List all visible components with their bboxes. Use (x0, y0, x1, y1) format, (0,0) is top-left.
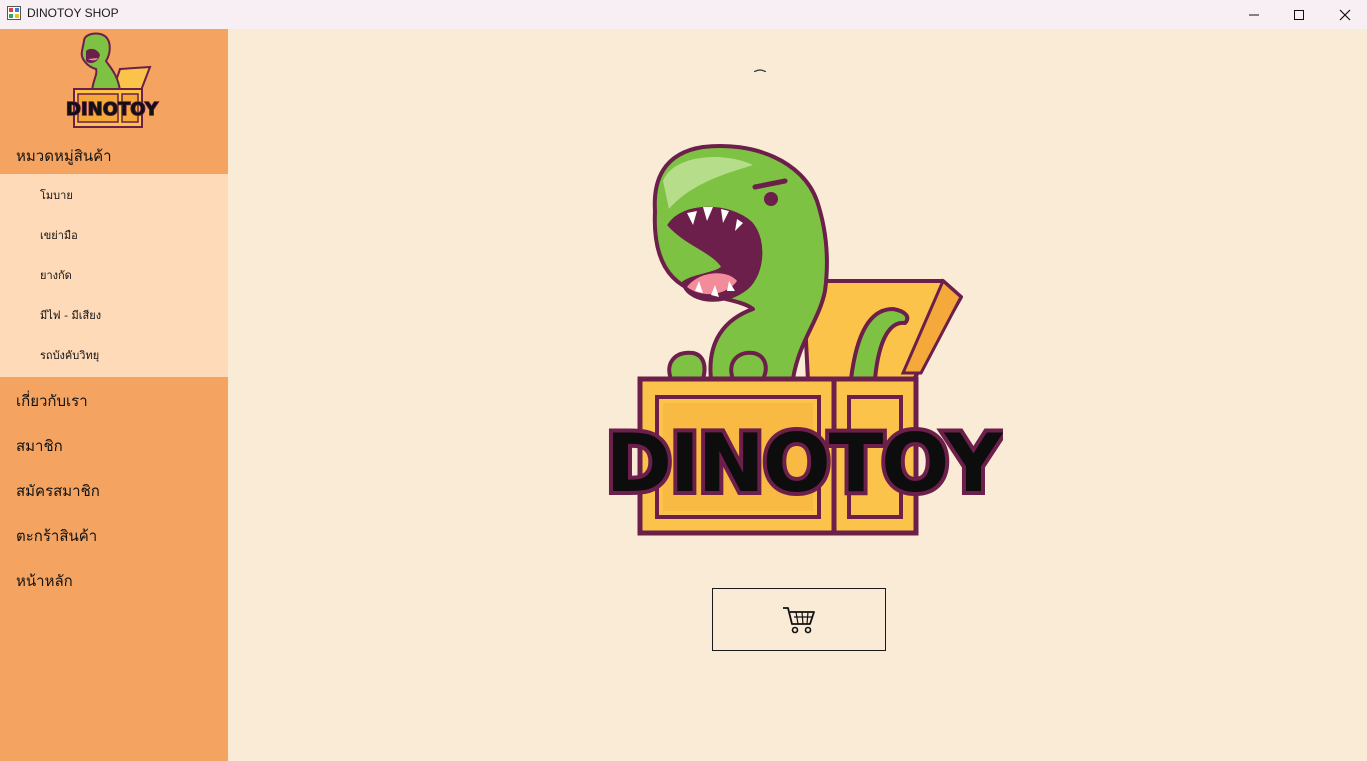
main-content: DINOTOY (228, 29, 1367, 761)
menu-item-cart[interactable]: ตะกร้าสินค้า (0, 512, 228, 557)
hero-logo-text: DINOTOY (606, 417, 1003, 510)
menu-item-label: สมัครสมาชิก (16, 482, 100, 500)
submenu-item-label: มีไฟ - มีเสียง (40, 309, 102, 322)
maximize-icon (1294, 9, 1304, 20)
minimize-icon (1249, 14, 1259, 15)
title-bar: DINOTOY SHOP (0, 0, 1367, 29)
sidebar-logo-text: DINOTOY (66, 99, 159, 120)
menu-item-label: ตะกร้าสินค้า (16, 527, 98, 545)
submenu-item-label: ยางกัด (40, 269, 72, 282)
minimize-button[interactable] (1231, 0, 1277, 29)
menu-item-register[interactable]: สมัครสมาชิก (0, 467, 228, 512)
menu-item-label: เกี่ยวกับเรา (16, 392, 88, 410)
submenu-item-teether[interactable]: ยางกัด (0, 254, 228, 294)
sidebar-logo[interactable]: DINOTOY (62, 31, 162, 129)
submenu-item-light-sound[interactable]: มีไฟ - มีเสียง (0, 294, 228, 334)
cart-button[interactable] (712, 588, 886, 651)
menu-item-home[interactable]: หน้าหลัก (0, 557, 228, 602)
sidebar: DINOTOY หมวดหมู่สินค้า โมบาย เขย่ามือ ยา… (0, 29, 228, 761)
menu-item-label: หน้าหลัก (16, 572, 73, 590)
category-header-label: หมวดหมู่สินค้า (16, 147, 112, 165)
category-header[interactable]: หมวดหมู่สินค้า (0, 134, 228, 174)
close-icon (1339, 9, 1351, 20)
maximize-button[interactable] (1276, 0, 1322, 29)
submenu-item-label: เขย่ามือ (40, 229, 78, 242)
app-icon (7, 6, 21, 20)
submenu-item-mobile[interactable]: โมบาย (0, 174, 228, 214)
close-button[interactable] (1322, 0, 1367, 29)
menu-item-members[interactable]: สมาชิก (0, 422, 228, 467)
dinotoy-hero-logo: DINOTOY (603, 144, 1003, 536)
category-submenu: โมบาย เขย่ามือ ยางกัด มีไฟ - มีเสียง รถบ… (0, 174, 228, 377)
submenu-item-label: รถบังคับวิทยุ (40, 349, 100, 362)
menu-item-about[interactable]: เกี่ยวกับเรา (0, 377, 228, 422)
submenu-item-rc-car[interactable]: รถบังคับวิทยุ (0, 334, 228, 374)
submenu-item-rattle[interactable]: เขย่ามือ (0, 214, 228, 254)
cart-icon (783, 606, 815, 633)
submenu-item-label: โมบาย (40, 189, 73, 202)
loading-mark (754, 69, 766, 72)
menu-item-label: สมาชิก (16, 437, 63, 455)
window-title: DINOTOY SHOP (27, 6, 119, 20)
